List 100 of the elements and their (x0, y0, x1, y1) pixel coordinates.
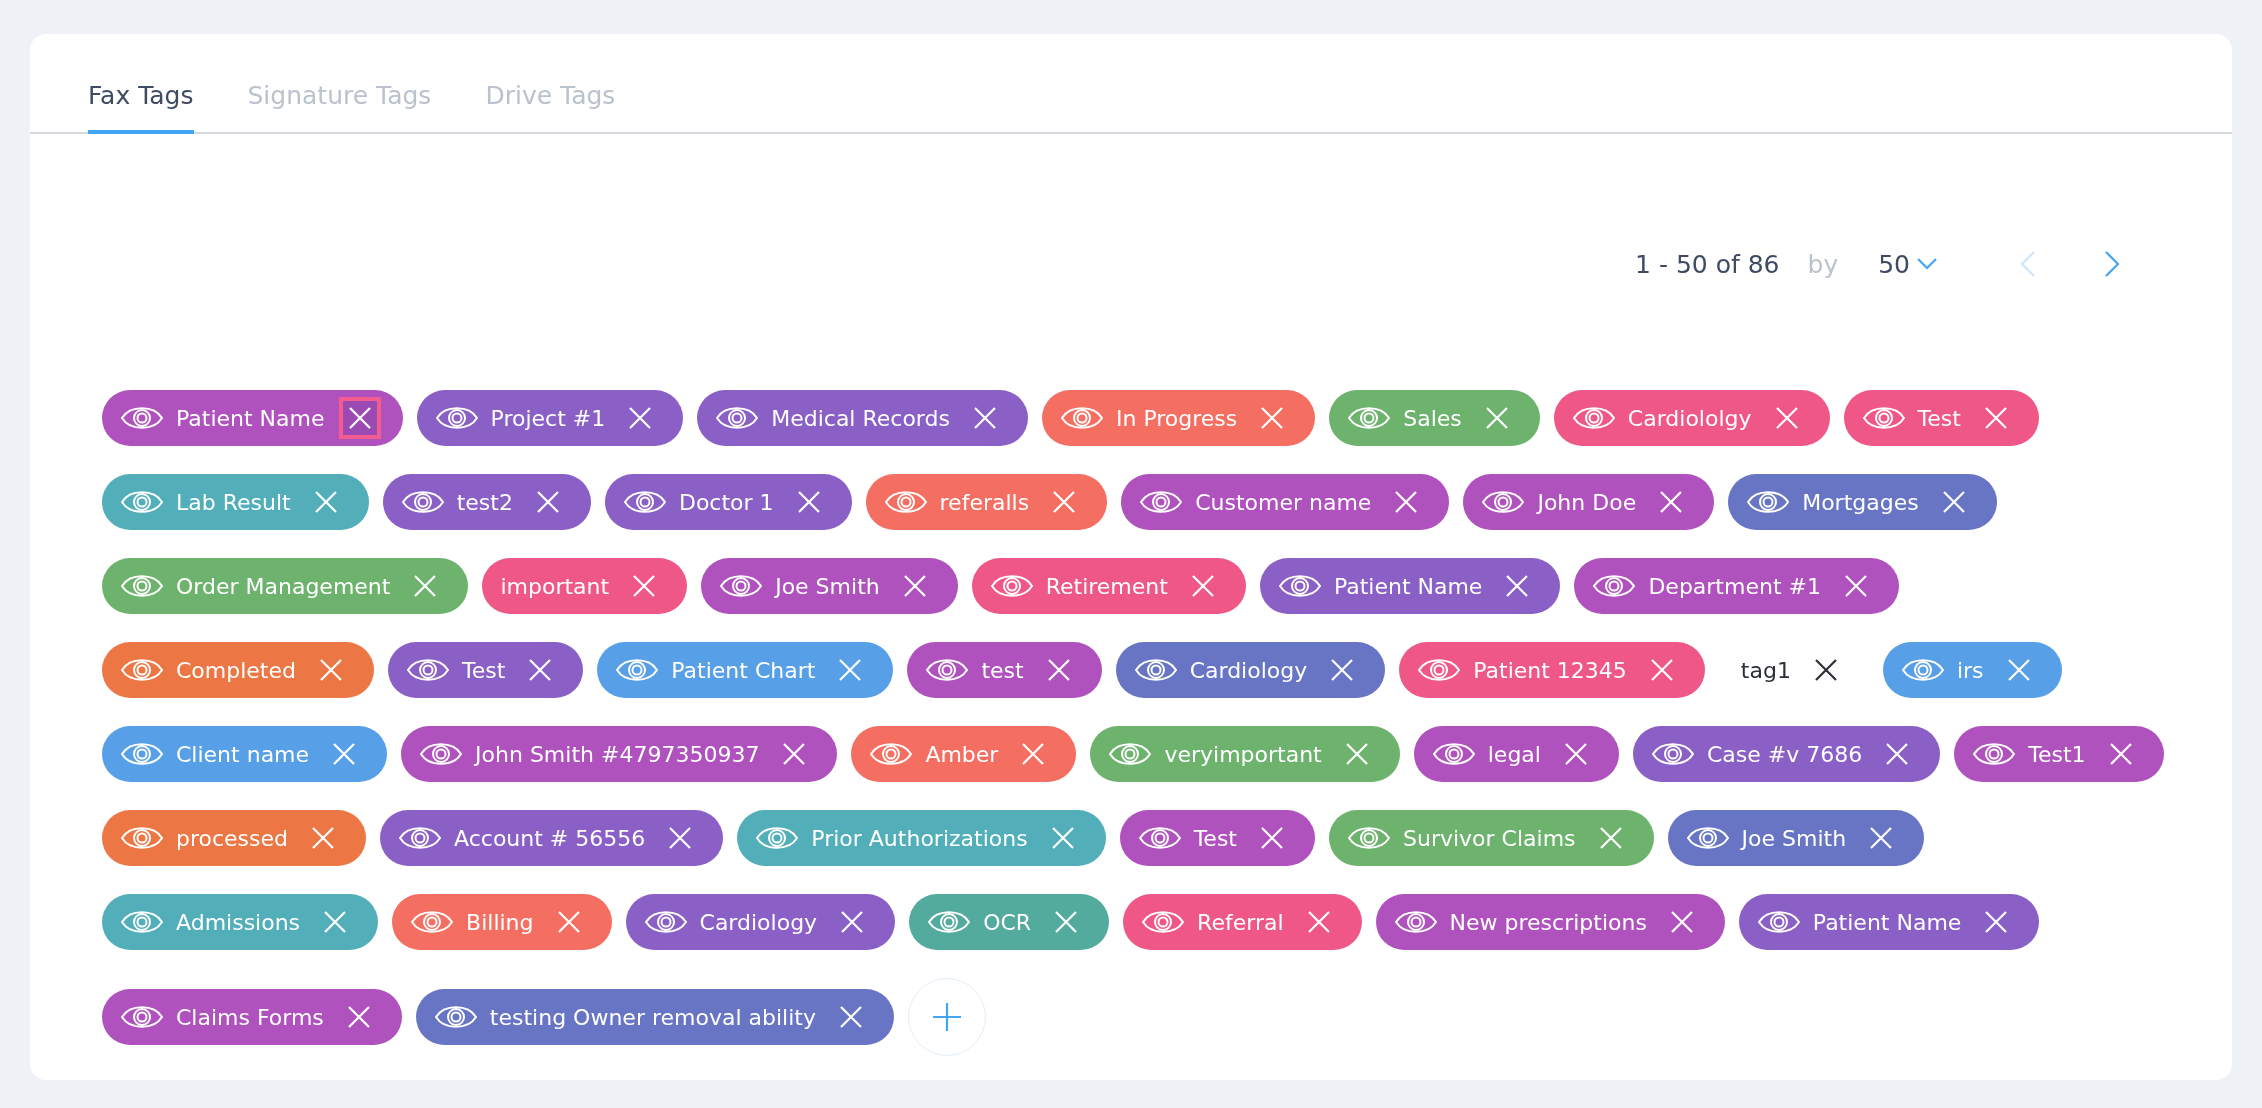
tag-label: Patient Name (176, 405, 325, 431)
tag-label: Lab Result (176, 489, 291, 515)
tag-chip[interactable]: John Smith #4797350937 (401, 726, 838, 782)
tag-chip[interactable]: Patient 12345 (1399, 642, 1705, 698)
tag-label: Test1 (2028, 741, 2086, 767)
close-icon (528, 658, 553, 682)
tag-label: Cardiology (699, 909, 818, 935)
close-icon (1984, 910, 2009, 934)
tag-chip[interactable]: Patient Name (1259, 558, 1561, 614)
tag-label: Joe Smith (775, 573, 880, 599)
tag-chip[interactable]: Doctor 1 (604, 474, 852, 530)
close-icon (1190, 574, 1215, 598)
close-icon (1505, 574, 1530, 598)
tag-label: referalls (939, 489, 1030, 515)
tag-chip[interactable]: Joe Smith (701, 558, 958, 614)
close-icon (323, 910, 348, 934)
tag-label: Case #v 7686 (1706, 741, 1863, 767)
tag-chip[interactable]: Claims Forms (102, 989, 402, 1045)
tag-label: Referral (1197, 909, 1284, 935)
tag-chip[interactable]: Lab Result (102, 474, 369, 530)
tab[interactable]: Fax Tags (88, 81, 194, 134)
close-icon (319, 658, 343, 682)
tag-label: Patient Name (1812, 909, 1962, 935)
tag-label: Test (1193, 825, 1237, 851)
tag-chip[interactable]: Department #1 (1574, 558, 1899, 614)
tag-chip[interactable]: important (482, 558, 688, 614)
tag-chip[interactable]: Survivor Claims (1328, 810, 1654, 866)
tag-chip[interactable]: Account # 56556 (380, 810, 724, 866)
close-icon (796, 490, 821, 514)
tag-chip[interactable]: John Doe (1463, 474, 1715, 530)
tag-label: Patient Chart (671, 657, 816, 683)
tag-label: test (981, 657, 1024, 683)
tag-label: Joe Smith (1741, 825, 1847, 851)
tag-label: John Smith #4797350937 (475, 741, 760, 767)
page-size-select[interactable]: 50 (1878, 249, 1938, 279)
close-icon (1649, 658, 1674, 682)
tag-label: OCR (983, 909, 1032, 935)
tag-chip[interactable]: Completed (102, 642, 374, 698)
tag-chip[interactable]: testing Owner removal ability (415, 989, 894, 1045)
tag-label: Retirement (1045, 573, 1168, 599)
tag-chip[interactable]: Referral (1123, 894, 1362, 950)
close-icon (1046, 658, 1071, 682)
tag-chip[interactable]: Amber (851, 726, 1077, 782)
tag-chip[interactable]: Patient Name (1738, 894, 2040, 950)
tag-label: veryimportant (1164, 741, 1322, 767)
close-icon (2108, 742, 2133, 766)
tag-chip[interactable]: legal (1413, 726, 1619, 782)
tag-chip[interactable]: In Progress (1041, 390, 1316, 446)
tag-chip[interactable]: referalls (865, 474, 1108, 530)
close-icon (1774, 406, 1799, 430)
tag-chip[interactable]: Customer name (1121, 474, 1450, 530)
tag-label: Client name (176, 741, 310, 767)
tag-chip[interactable]: Cardiology (1115, 642, 1386, 698)
tag-chip[interactable]: Patient Chart (597, 642, 894, 698)
close-icon (1259, 826, 1284, 850)
tag-chip[interactable]: Mortgages (1728, 474, 1997, 530)
close-icon (1021, 742, 1046, 766)
tag-chip[interactable]: Test (388, 642, 584, 698)
close-icon (1050, 826, 1075, 850)
close-icon (556, 910, 581, 934)
tag-chip[interactable]: tag1 (1718, 642, 1869, 698)
tag-chip[interactable]: OCR (909, 894, 1110, 950)
tag-chip[interactable]: Cardiololgy (1553, 390, 1830, 446)
tag-label: Survivor Claims (1402, 825, 1576, 851)
tag-chip[interactable]: Medical Records (697, 390, 1028, 446)
tag-chip[interactable]: test (907, 642, 1102, 698)
close-icon (1941, 490, 1966, 514)
tag-chip[interactable]: Admissions (102, 894, 379, 950)
tag-label: irs (1956, 657, 1984, 683)
tag-chip[interactable]: Patient Name (102, 390, 403, 446)
tag-chip[interactable]: Prior Authorizations (737, 810, 1106, 866)
tag-label: Patient 12345 (1473, 657, 1627, 683)
tag-chip[interactable]: Test1 (1954, 726, 2164, 782)
tag-label: John Doe (1537, 489, 1637, 515)
tag-chip[interactable]: Test (1843, 390, 2039, 446)
close-icon (1659, 490, 1684, 514)
tag-chip[interactable]: irs (1882, 642, 2062, 698)
tag-label: test2 (456, 489, 513, 515)
tag-chip[interactable]: test2 (382, 474, 591, 530)
tag-chip[interactable]: Case #v 7686 (1632, 726, 1941, 782)
tag-chip[interactable]: Test (1119, 810, 1315, 866)
tag-chip[interactable]: Client name (102, 726, 388, 782)
tag-chip[interactable]: veryimportant (1090, 726, 1400, 782)
tag-chip[interactable]: Order Management (102, 558, 469, 614)
tag-chip[interactable]: Billing (392, 894, 612, 950)
tag-label: Doctor 1 (678, 489, 774, 515)
tag-chip[interactable]: Joe Smith (1667, 810, 1925, 866)
tag-chip[interactable]: Retirement (971, 558, 1246, 614)
tag-chip[interactable]: Sales (1329, 390, 1540, 446)
close-icon (1885, 742, 1910, 766)
tag-chip[interactable]: Project #1 (416, 390, 684, 446)
next-page-button[interactable] (2104, 250, 2120, 278)
tag-chip[interactable]: New prescriptions (1375, 894, 1725, 950)
tag-chip[interactable]: processed (102, 810, 367, 866)
tag-label: New prescriptions (1449, 909, 1647, 935)
close-icon (1052, 490, 1077, 514)
tag-chip[interactable]: Cardiology (625, 894, 896, 950)
close-icon (838, 658, 863, 682)
close-icon (1983, 406, 2008, 430)
close-icon (1598, 826, 1623, 850)
